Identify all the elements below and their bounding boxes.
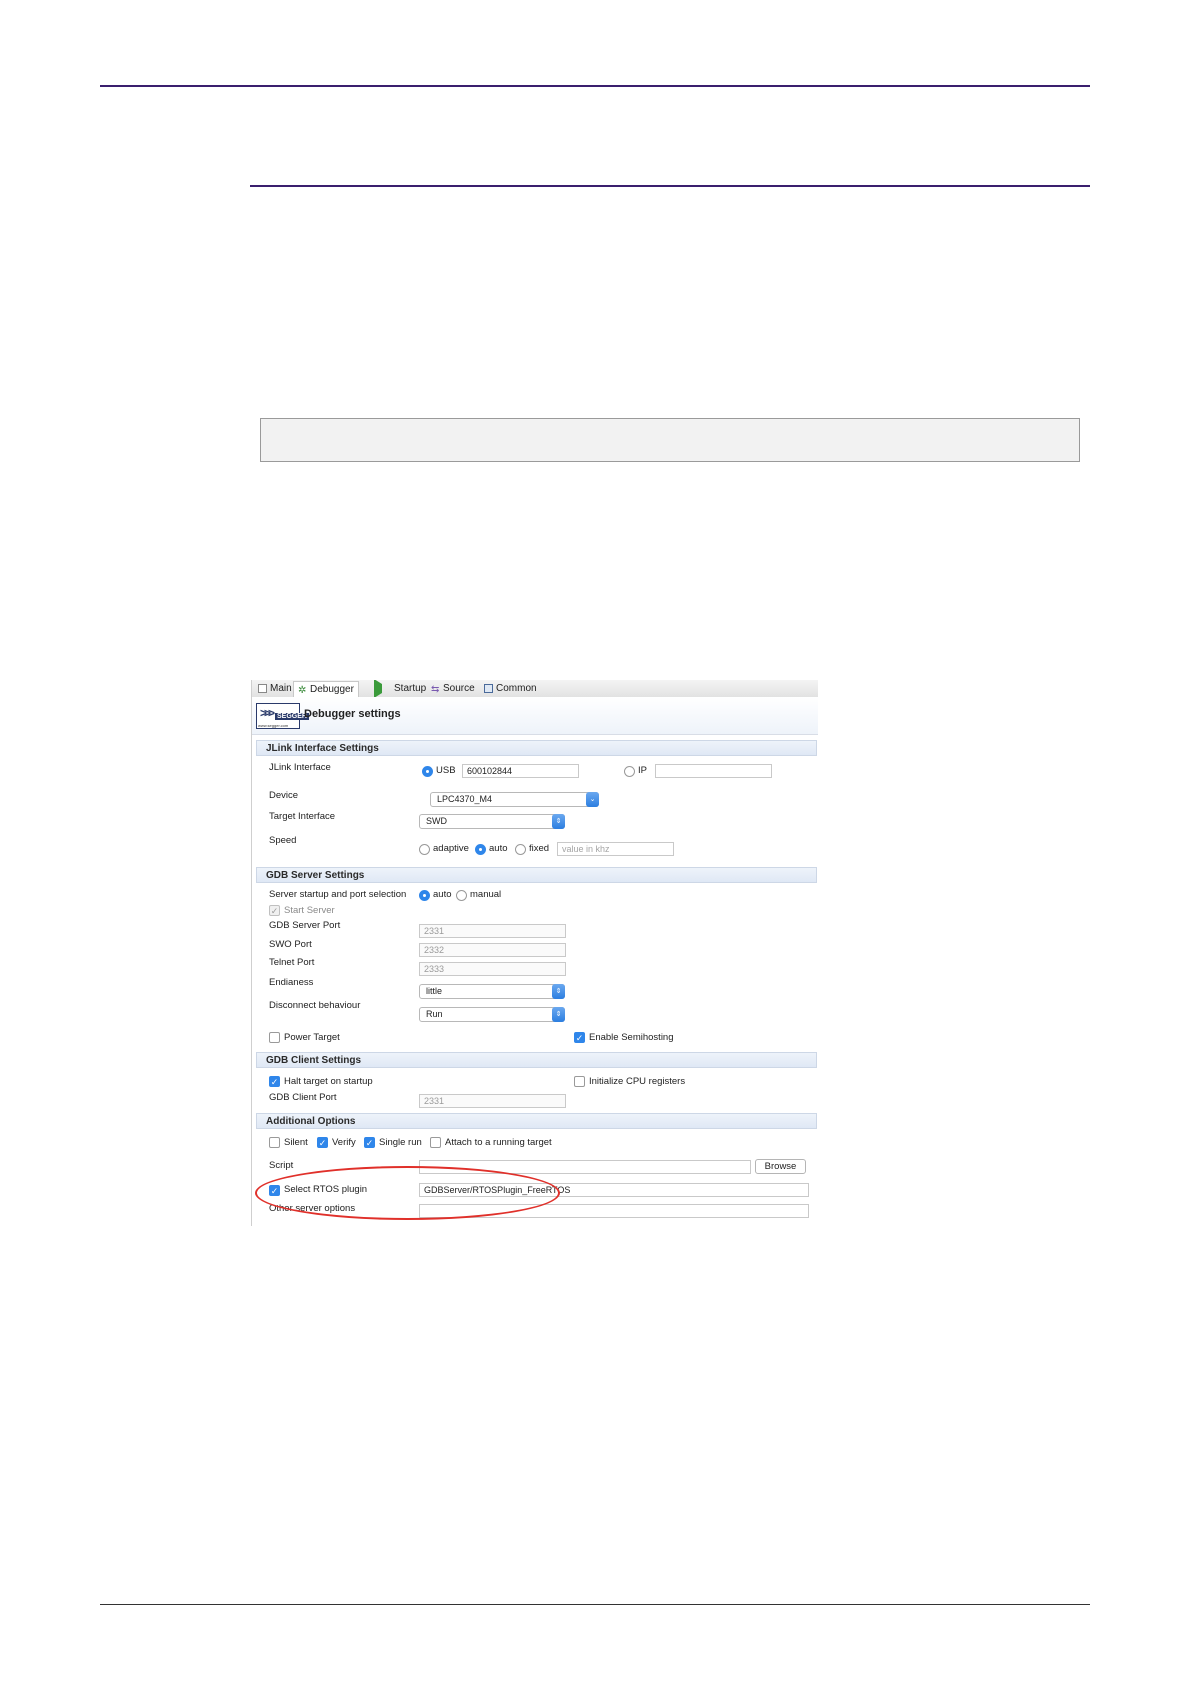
bug-icon: ✲ — [298, 685, 307, 696]
document-icon — [258, 684, 267, 693]
speed-adaptive-radio[interactable] — [419, 844, 430, 855]
start-server-label: Start Server — [284, 905, 335, 916]
endianess-label: Endianess — [269, 977, 314, 988]
speed-label: Speed — [269, 835, 297, 846]
semihosting-label: Enable Semihosting — [589, 1032, 674, 1043]
tab-startup[interactable]: Startup — [370, 680, 430, 698]
tab-debugger[interactable]: ✲ Debugger — [293, 681, 359, 697]
dialog-header: >>> SEGGER www.segger.com Debugger setti… — [252, 697, 818, 735]
gdb-client-port-label: GDB Client Port — [269, 1092, 337, 1103]
server-auto-label: auto — [433, 889, 452, 900]
code-box — [260, 418, 1080, 462]
other-server-options-input[interactable] — [419, 1204, 809, 1218]
swo-port-input[interactable]: 2332 — [419, 943, 566, 957]
start-server-checkbox[interactable]: ✓ — [269, 905, 280, 916]
semihosting-checkbox[interactable]: ✓ — [574, 1032, 585, 1043]
updown-arrows-icon: ⇕ — [552, 814, 565, 829]
jlink-interface-label: JLink Interface — [269, 762, 331, 773]
usb-serial-input[interactable]: 600102844 — [462, 764, 579, 778]
power-target-label: Power Target — [284, 1032, 340, 1043]
tab-source[interactable]: ⇆ Source — [427, 681, 479, 696]
segger-logo: >>> SEGGER www.segger.com — [256, 703, 309, 729]
verify-label: Verify — [332, 1137, 356, 1148]
window-icon — [484, 684, 493, 693]
updown-arrows-icon: ⇕ — [552, 1007, 565, 1022]
tab-bar: Main ✲ Debugger Startup ⇆ Source Common — [252, 680, 818, 698]
init-cpu-checkbox[interactable] — [574, 1076, 585, 1087]
logo-url: www.segger.com — [258, 723, 289, 728]
bottom-rule — [100, 1604, 1090, 1605]
gdb-client-section-header: GDB Client Settings — [256, 1052, 817, 1068]
ip-input[interactable] — [655, 764, 772, 778]
disconnect-select[interactable]: Run ⇕ — [419, 1007, 565, 1022]
jlink-section-header: JLink Interface Settings — [256, 740, 817, 756]
disconnect-label: Disconnect behaviour — [269, 1000, 361, 1011]
gdb-server-port-label: GDB Server Port — [269, 920, 341, 931]
swo-port-label: SWO Port — [269, 939, 312, 950]
script-input[interactable] — [419, 1160, 751, 1174]
tab-main[interactable]: Main — [254, 681, 296, 696]
server-manual-label: manual — [470, 889, 502, 900]
rtos-plugin-checkbox[interactable]: ✓ — [269, 1185, 280, 1196]
attach-label: Attach to a running target — [445, 1137, 552, 1148]
server-manual-radio[interactable] — [456, 890, 467, 901]
script-label: Script — [269, 1160, 294, 1171]
server-startup-label: Server startup and port selection — [269, 889, 407, 900]
updown-arrows-icon: ⇕ — [552, 984, 565, 999]
rtos-plugin-input[interactable]: GDBServer/RTOSPlugin_FreeRTOS — [419, 1183, 809, 1197]
single-run-label: Single run — [379, 1137, 422, 1148]
speed-fixed-label: fixed — [529, 843, 550, 854]
tab-common[interactable]: Common — [480, 681, 541, 696]
gdb-client-port-input[interactable]: 2331 — [419, 1094, 566, 1108]
endianess-select[interactable]: little ⇕ — [419, 984, 565, 999]
browse-button[interactable]: Browse — [755, 1159, 806, 1174]
single-run-checkbox[interactable]: ✓ — [364, 1137, 375, 1148]
telnet-port-label: Telnet Port — [269, 957, 315, 968]
init-cpu-label: Initialize CPU registers — [589, 1076, 686, 1087]
speed-fixed-radio[interactable] — [515, 844, 526, 855]
halt-target-label: Halt target on startup — [284, 1076, 373, 1087]
section-rule — [250, 185, 1090, 187]
usb-label: USB — [436, 765, 456, 776]
usb-radio[interactable] — [422, 766, 433, 777]
header-title: Debugger settings — [304, 708, 401, 720]
silent-label: Silent — [284, 1137, 308, 1148]
ip-radio[interactable] — [624, 766, 635, 777]
server-auto-radio[interactable] — [419, 890, 430, 901]
target-interface-label: Target Interface — [269, 811, 336, 822]
target-interface-select[interactable]: SWD ⇕ — [419, 814, 565, 829]
speed-adaptive-label: adaptive — [433, 843, 469, 854]
other-server-options-label: Other server options — [269, 1203, 356, 1214]
ip-label: IP — [638, 765, 647, 776]
halt-target-checkbox[interactable]: ✓ — [269, 1076, 280, 1087]
attach-checkbox[interactable] — [430, 1137, 441, 1148]
speed-khz-input[interactable]: value in khz — [557, 842, 674, 856]
chevron-down-icon: ⌄ — [586, 792, 599, 807]
device-select[interactable]: LPC4370_M4 ⌄ — [430, 792, 599, 807]
speed-auto-radio[interactable] — [475, 844, 486, 855]
debug-configuration-screenshot: Main ✲ Debugger Startup ⇆ Source Common … — [251, 680, 818, 1226]
top-rule — [100, 85, 1090, 87]
power-target-checkbox[interactable] — [269, 1032, 280, 1043]
additional-options-section-header: Additional Options — [256, 1113, 817, 1129]
device-label: Device — [269, 790, 299, 801]
play-icon — [374, 680, 391, 698]
source-icon: ⇆ — [431, 684, 440, 695]
silent-checkbox[interactable] — [269, 1137, 280, 1148]
speed-auto-label: auto — [489, 843, 508, 854]
gdb-server-section-header: GDB Server Settings — [256, 867, 817, 883]
rtos-plugin-label: Select RTOS plugin — [284, 1184, 368, 1195]
gdb-server-port-input[interactable]: 2331 — [419, 924, 566, 938]
telnet-port-input[interactable]: 2333 — [419, 962, 566, 976]
verify-checkbox[interactable]: ✓ — [317, 1137, 328, 1148]
